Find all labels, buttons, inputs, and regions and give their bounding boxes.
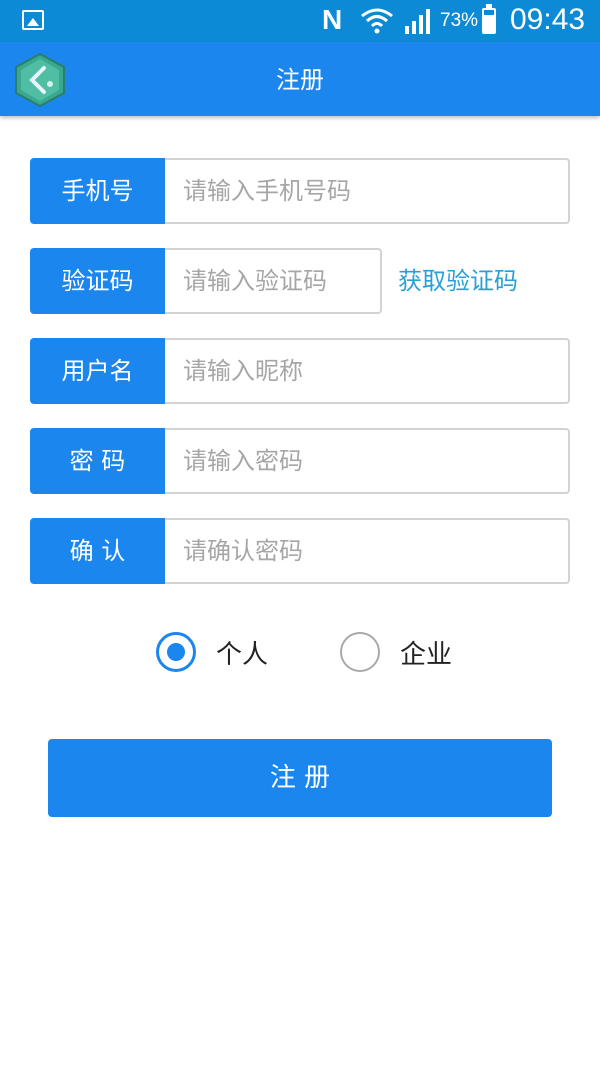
wifi-icon [361,8,393,34]
register-form: 手机号 验证码 获取验证码 用户名 密 码 确 认 [30,158,570,608]
nfc-icon: N [322,4,343,35]
radio-company[interactable]: 企业 [340,630,470,674]
radio-personal-label: 个人 [216,640,269,670]
page-title: 注册 [276,66,324,94]
phone-label: 手机号 [30,158,165,224]
phone-row: 手机号 [30,158,570,224]
status-bar: N 73% 09:43 [0,0,600,42]
radio-checked-icon[interactable] [156,632,196,672]
register-button[interactable]: 注 册 [48,739,552,817]
code-input[interactable] [165,248,382,314]
radio-unchecked-icon[interactable] [340,632,380,672]
radio-personal[interactable]: 个人 [156,630,286,674]
radio-company-label: 企业 [400,640,453,670]
password-input[interactable] [165,428,570,494]
code-row: 验证码 获取验证码 [30,248,570,314]
confirm-label: 确 认 [30,518,165,584]
clock: 09:43 [510,3,586,36]
signal-icon [405,9,430,34]
phone-input[interactable] [165,158,570,224]
code-label: 验证码 [30,248,165,314]
account-type-radio-group: 个人 企业 [156,630,476,674]
battery-percent: 73% [440,10,479,31]
gallery-notification-icon [22,10,44,30]
username-label: 用户名 [30,338,165,404]
title-bar: 注册 [0,42,600,116]
password-label: 密 码 [30,428,165,494]
username-row: 用户名 [30,338,570,404]
username-input[interactable] [165,338,570,404]
password-row: 密 码 [30,428,570,494]
get-code-button[interactable]: 获取验证码 [398,248,518,314]
confirm-row: 确 认 [30,518,570,584]
battery-icon [482,4,496,34]
confirm-password-input[interactable] [165,518,570,584]
